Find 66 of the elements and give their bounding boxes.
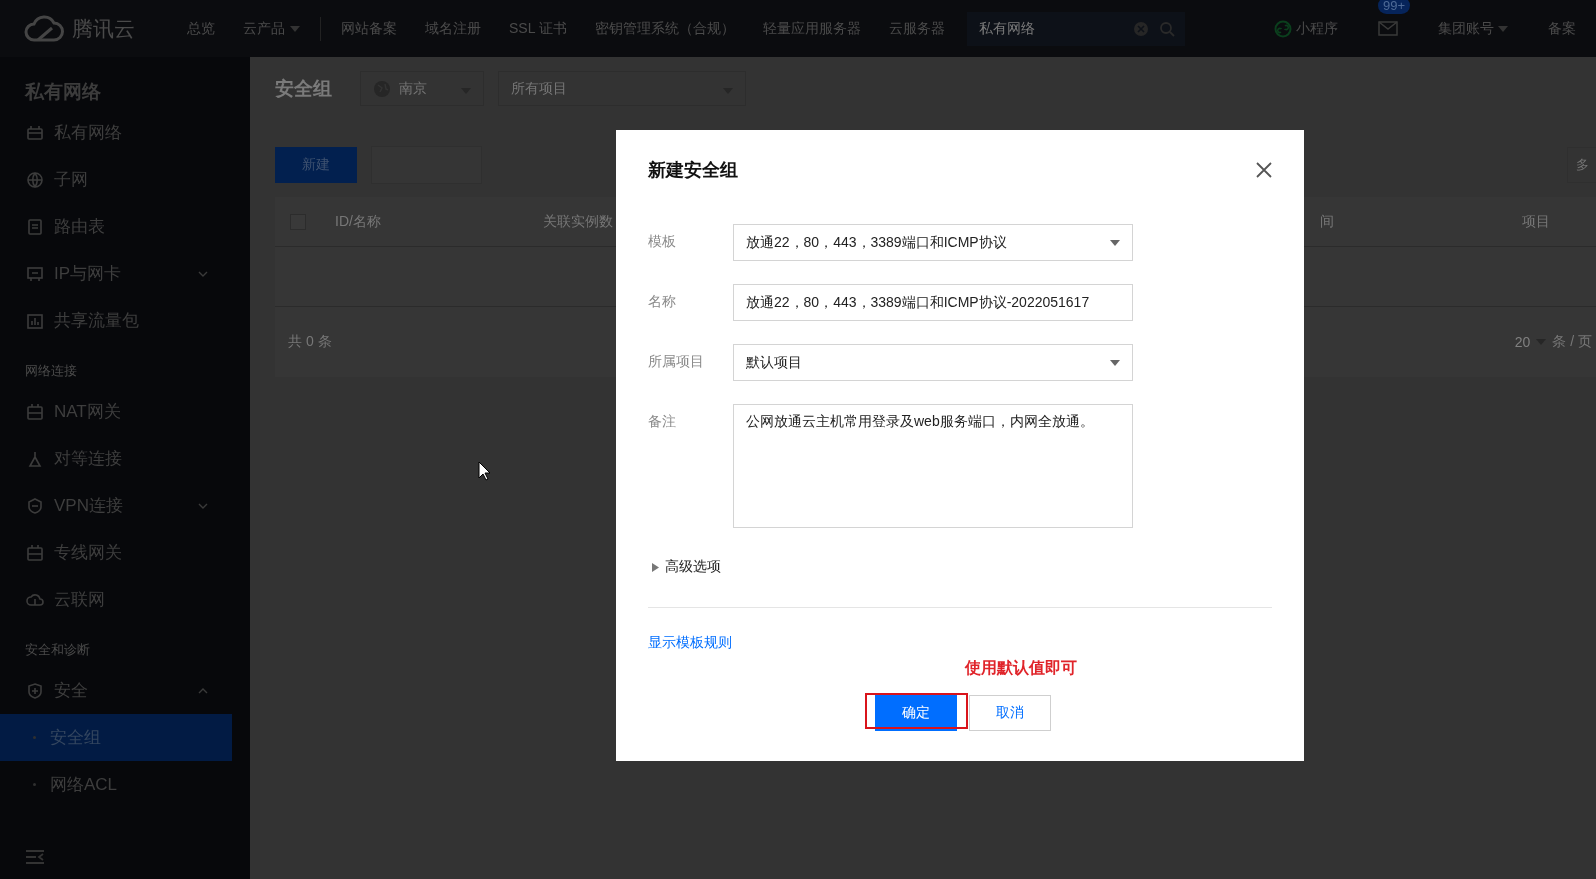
column-header: ID/名称 — [335, 212, 381, 229]
globe-icon — [26, 170, 44, 189]
region-dropdown[interactable]: 南京 — [360, 71, 484, 106]
caret-icon — [198, 270, 208, 277]
nav-link[interactable]: 总览 — [173, 19, 229, 38]
field-label: 模板 — [648, 233, 676, 249]
shield-icon — [26, 681, 44, 700]
select-field[interactable]: 默认项目 — [733, 344, 1133, 381]
total-count: 共 0 条 — [288, 333, 332, 351]
confirm-button[interactable]: 确定 — [875, 695, 957, 731]
column-header: 间 — [1320, 212, 1334, 229]
mini-program-icon — [1274, 19, 1292, 38]
caret-icon — [1110, 359, 1120, 366]
field-label: 名称 — [648, 293, 676, 309]
chart-icon — [26, 311, 44, 330]
caret-icon — [290, 25, 300, 32]
project-dropdown[interactable]: 所有项目 — [498, 71, 746, 106]
notification-badge: 99+ — [1378, 0, 1411, 14]
document-icon — [26, 217, 44, 236]
cancel-button[interactable]: 取消 — [969, 695, 1051, 731]
account-menu[interactable]: 集团账号 — [1418, 19, 1528, 38]
textarea-field[interactable]: 公网放通云主机常用登录及web服务端口，内网全放通。 — [733, 404, 1133, 528]
more-button[interactable]: 多 — [1567, 147, 1596, 183]
caret-icon — [1498, 25, 1508, 32]
nav-link[interactable]: 轻量应用服务器 — [748, 19, 875, 38]
input-field[interactable]: 放通22，80，443，3389端口和ICMP协议-2022051617 — [733, 284, 1133, 321]
clear-icon[interactable] — [1132, 20, 1149, 37]
column-header: 项目 — [1522, 212, 1550, 229]
nav-link[interactable]: 备案 — [1528, 19, 1596, 38]
search-input[interactable]: 私有网络 — [976, 19, 1123, 38]
annotation-text: 使用默认值即可 — [965, 658, 1077, 678]
gateway-icon — [26, 402, 44, 421]
search-icon[interactable] — [1158, 20, 1175, 37]
logo-text: 腾讯云 — [72, 15, 135, 42]
nav-link[interactable]: 域名注册 — [411, 19, 495, 38]
page-size-select[interactable]: 20 — [1514, 334, 1531, 350]
page-title: 安全组 — [275, 76, 332, 101]
nav-link[interactable]: 密钥管理系统（合规） — [580, 19, 749, 38]
collapse-icon[interactable] — [25, 849, 45, 865]
column-header: 关联实例数 — [543, 212, 613, 229]
peer-icon — [26, 449, 44, 468]
mini-program-link[interactable]: 小程序 — [1254, 19, 1358, 38]
search-field[interactable]: 私有网络 — [966, 11, 1185, 46]
nav-link[interactable]: 云服务器 — [874, 19, 959, 38]
select-field[interactable]: 放通22，80，443，3389端口和ICMP协议 — [733, 224, 1133, 261]
advanced-options-toggle[interactable]: 高级选项 — [648, 558, 721, 576]
dialog-title: 新建安全组 — [648, 159, 738, 182]
nav-link[interactable]: 网站备案 — [327, 19, 411, 38]
field-label: 备注 — [648, 413, 676, 429]
caret-icon — [198, 687, 208, 694]
caret-icon — [1110, 239, 1120, 246]
create-button[interactable]: 新建 — [275, 147, 357, 183]
cloud-logo-icon — [24, 14, 64, 43]
gateway-icon — [26, 543, 44, 562]
field-label: 所属项目 — [648, 353, 704, 369]
caret-icon — [198, 502, 208, 509]
monitor-icon — [26, 264, 44, 283]
nav-menu[interactable]: 云产品 — [229, 19, 314, 38]
cursor-icon — [478, 461, 491, 481]
show-rules-link[interactable]: 显示模板规则 — [648, 634, 732, 652]
page-size-unit: 条 / 页 — [1552, 333, 1592, 351]
sidebar-section-label: 网络连接 — [24, 362, 78, 380]
expand-triangle-icon — [652, 562, 659, 572]
mail-icon[interactable] — [1378, 21, 1398, 36]
sidebar-section-label: 安全和诊断 — [24, 641, 91, 659]
nav-link[interactable]: SSL 证书 — [495, 19, 581, 38]
